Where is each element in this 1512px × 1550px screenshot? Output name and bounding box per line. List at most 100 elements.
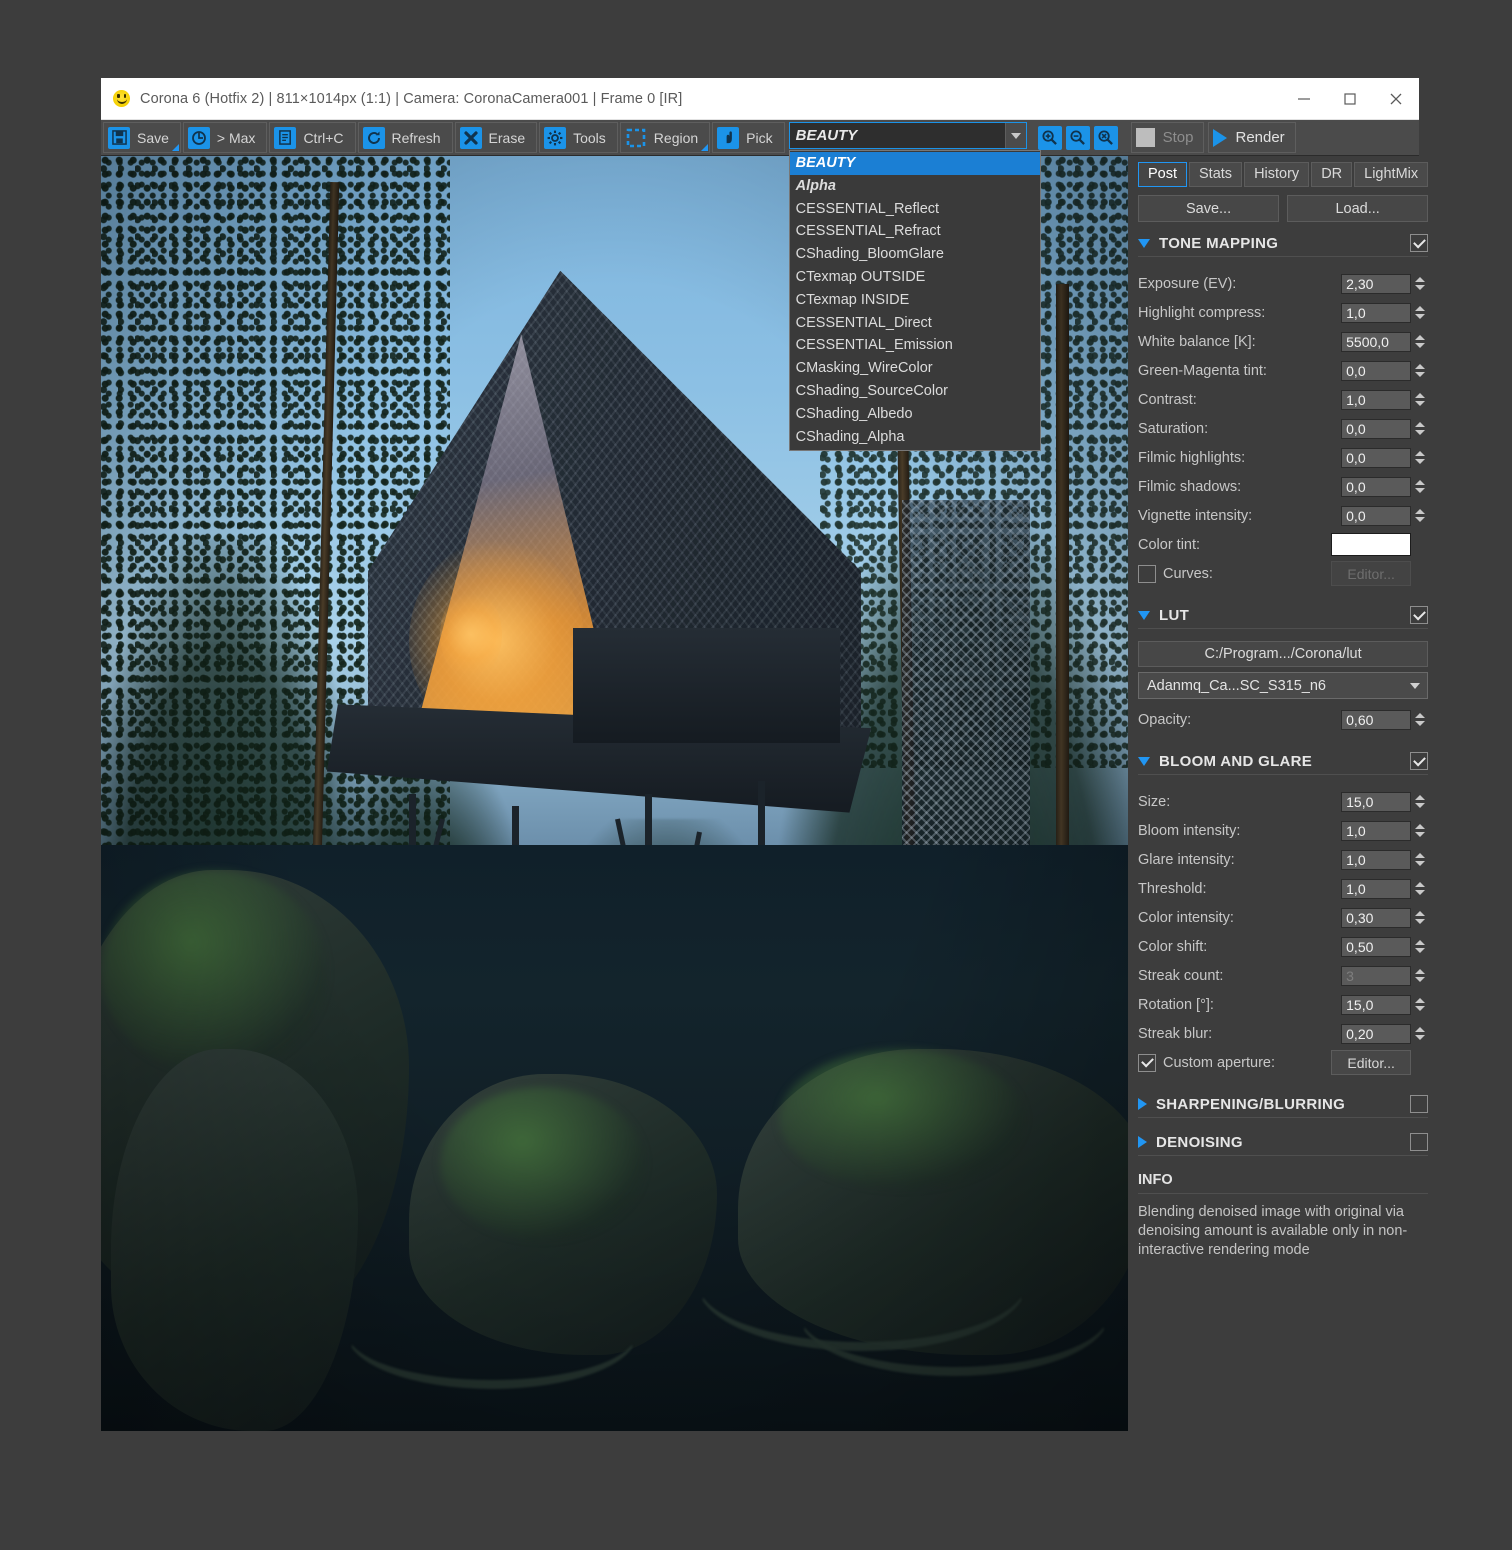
tone-mapping-param-input[interactable]: 0,0 xyxy=(1341,505,1412,526)
bloom-glare-param-spinner[interactable] xyxy=(1415,791,1428,812)
render-element-option[interactable]: CShading_Alpha xyxy=(790,426,1040,449)
tone-mapping-param-spinner[interactable] xyxy=(1415,360,1428,381)
render-element-option[interactable]: CShading_Albedo xyxy=(790,403,1040,426)
bloom-glare-param-spinner[interactable] xyxy=(1415,878,1428,899)
tone-mapping-param-input[interactable]: 2,30 xyxy=(1341,273,1412,294)
render-element-option[interactable]: CESSENTIAL_Refract xyxy=(790,220,1040,243)
render-element-option[interactable]: CTexmap OUTSIDE xyxy=(790,266,1040,289)
curves-checkbox[interactable] xyxy=(1138,564,1156,583)
bloom-glare-param-spinner[interactable] xyxy=(1415,965,1428,986)
curves-toggle[interactable]: Curves: xyxy=(1138,564,1213,583)
tone-mapping-param-input[interactable]: 1,0 xyxy=(1341,389,1412,410)
caret-right-icon[interactable] xyxy=(1138,1136,1147,1148)
tone-mapping-checkbox[interactable] xyxy=(1410,234,1429,252)
zoom-reset-icon[interactable] xyxy=(1093,125,1118,150)
curves-editor-button[interactable]: Editor... xyxy=(1331,561,1412,586)
bloom-glare-param-input[interactable]: 0,30 xyxy=(1341,907,1412,928)
chevron-down-icon[interactable] xyxy=(1004,123,1026,148)
bloom-glare-param-spinner[interactable] xyxy=(1415,820,1428,841)
tone-mapping-param-spinner[interactable] xyxy=(1415,389,1428,410)
caret-down-icon[interactable] xyxy=(1138,756,1150,766)
tab-history[interactable]: History xyxy=(1244,162,1310,187)
caret-down-icon[interactable] xyxy=(1138,610,1150,620)
region-button[interactable]: Region xyxy=(619,122,711,153)
tone-mapping-param-spinner[interactable] xyxy=(1415,302,1428,323)
render-element-option[interactable]: BEAUTY xyxy=(789,152,1040,175)
tone-mapping-param-input[interactable]: 0,0 xyxy=(1341,418,1412,439)
bloom-glare-param-spinner[interactable] xyxy=(1415,849,1428,870)
tab-lightmix[interactable]: LightMix xyxy=(1354,162,1429,187)
chevron-down-icon[interactable] xyxy=(1403,674,1427,697)
bloom-glare-param-input[interactable]: 0,50 xyxy=(1341,936,1412,957)
stop-button[interactable]: Stop xyxy=(1130,122,1205,153)
lut-checkbox[interactable] xyxy=(1410,606,1429,624)
close-button[interactable] xyxy=(1373,79,1419,119)
tab-post[interactable]: Post xyxy=(1138,162,1188,187)
tone-mapping-param-spinner[interactable] xyxy=(1415,505,1428,526)
tone-mapping-param-spinner[interactable] xyxy=(1415,331,1428,352)
refresh-button[interactable]: Refresh xyxy=(357,122,453,153)
lut-path-button[interactable]: C:/Program.../Corona/lut xyxy=(1138,641,1429,667)
tone-mapping-param-input[interactable]: 5500,0 xyxy=(1341,331,1412,352)
bloom-glare-checkbox[interactable] xyxy=(1410,752,1429,770)
tab-stats[interactable]: Stats xyxy=(1189,162,1243,187)
denoising-section-header[interactable]: DENOISING xyxy=(1138,1130,1429,1156)
lut-file-select[interactable]: Adanmq_Ca...SC_S315_n6 xyxy=(1138,672,1429,699)
render-element-combo[interactable]: BEAUTY xyxy=(788,122,1027,149)
tools-button[interactable]: Tools xyxy=(539,122,618,153)
bloom-glare-param-spinner[interactable] xyxy=(1415,936,1428,957)
render-element-option[interactable]: CTexmap INSIDE xyxy=(790,289,1040,312)
tone-mapping-param-input[interactable]: 1,0 xyxy=(1341,302,1412,323)
lut-opacity-spinner[interactable] xyxy=(1415,709,1428,730)
caret-right-icon[interactable] xyxy=(1138,1098,1147,1110)
preset-load-button[interactable]: Load... xyxy=(1287,195,1429,222)
bloom-glare-param-spinner[interactable] xyxy=(1415,994,1428,1015)
bloom-glare-param-input[interactable]: 1,0 xyxy=(1341,878,1412,899)
maximize-button[interactable] xyxy=(1327,79,1373,119)
custom-aperture-checkbox[interactable] xyxy=(1138,1053,1156,1072)
color-tint-swatch[interactable] xyxy=(1331,533,1412,556)
sharpening-section-header[interactable]: SHARPENING/BLURRING xyxy=(1138,1092,1429,1118)
preset-save-button[interactable]: Save... xyxy=(1138,195,1280,222)
tone-mapping-param-spinner[interactable] xyxy=(1415,418,1428,439)
custom-aperture-editor-button[interactable]: Editor... xyxy=(1331,1050,1412,1075)
erase-button[interactable]: Erase xyxy=(454,122,538,153)
render-element-dropdown-list[interactable]: BEAUTY Alpha CESSENTIAL_Reflect CESSENTIAL_… xyxy=(788,150,1041,452)
sharpening-checkbox[interactable] xyxy=(1410,1095,1429,1113)
minimize-button[interactable] xyxy=(1281,79,1327,119)
custom-aperture-toggle[interactable]: Custom aperture: xyxy=(1138,1053,1275,1072)
caret-down-icon[interactable] xyxy=(1138,238,1150,248)
render-element-option[interactable]: CESSENTIAL_Emission xyxy=(790,334,1040,357)
bloom-glare-param-input[interactable]: 0,20 xyxy=(1341,1023,1412,1044)
zoom-out-icon[interactable] xyxy=(1065,125,1090,150)
tab-dr[interactable]: DR xyxy=(1311,162,1353,187)
bloom-glare-param-input[interactable]: 3 xyxy=(1341,965,1412,986)
tone-mapping-param-input[interactable]: 0,0 xyxy=(1341,447,1412,468)
bloom-glare-param-spinner[interactable] xyxy=(1415,907,1428,928)
lut-section-header[interactable]: LUT xyxy=(1138,603,1429,629)
bloom-glare-param-input[interactable]: 1,0 xyxy=(1341,849,1412,870)
tone-mapping-param-input[interactable]: 0,0 xyxy=(1341,476,1412,497)
render-element-option[interactable]: CESSENTIAL_Reflect xyxy=(790,198,1040,221)
render-element-option[interactable]: Alpha xyxy=(790,175,1040,198)
copy-button[interactable]: Ctrl+C xyxy=(269,122,356,153)
bloom-glare-param-input[interactable]: 1,0 xyxy=(1341,820,1412,841)
lut-opacity-input[interactable]: 0,60 xyxy=(1341,709,1412,730)
render-element-option[interactable]: CESSENTIAL_Direct xyxy=(790,312,1040,335)
bloom-glare-param-input[interactable]: 15,0 xyxy=(1341,994,1412,1015)
tone-mapping-param-spinner[interactable] xyxy=(1415,273,1428,294)
render-button[interactable]: Render xyxy=(1208,122,1296,153)
bloom-glare-param-spinner[interactable] xyxy=(1415,1023,1428,1044)
render-element-option[interactable]: CShading_BloomGlare xyxy=(790,243,1040,266)
zoom-in-icon[interactable] xyxy=(1037,125,1062,150)
save-button[interactable]: Save xyxy=(103,122,181,153)
denoising-checkbox[interactable] xyxy=(1410,1133,1429,1151)
bloom-glare-section-header[interactable]: BLOOM AND GLARE xyxy=(1138,749,1429,775)
send-to-max-button[interactable]: > Max xyxy=(182,122,268,153)
tone-mapping-section-header[interactable]: TONE MAPPING xyxy=(1138,231,1429,257)
pick-button[interactable]: Pick xyxy=(712,122,785,153)
tone-mapping-param-spinner[interactable] xyxy=(1415,476,1428,497)
tone-mapping-param-input[interactable]: 0,0 xyxy=(1341,360,1412,381)
bloom-glare-param-input[interactable]: 15,0 xyxy=(1341,791,1412,812)
render-element-option[interactable]: CMasking_WireColor xyxy=(790,357,1040,380)
